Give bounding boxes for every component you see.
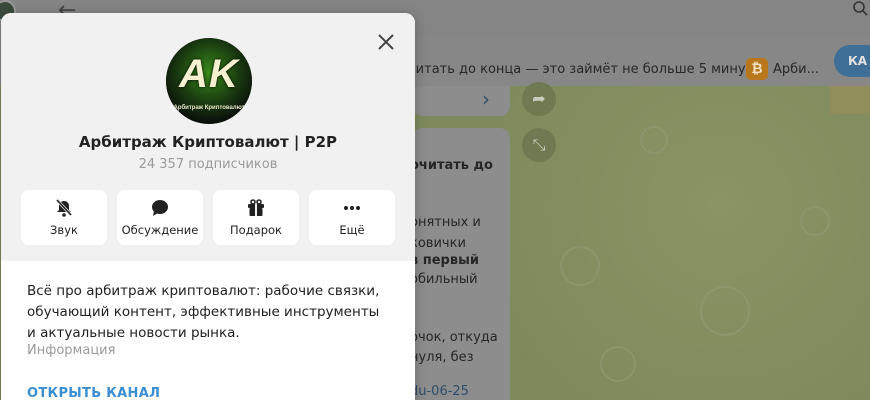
message-line: обильный — [410, 272, 478, 287]
chat-title — [94, 0, 324, 8]
pinned-message-text: читать до конца — это займёт не больше 5… — [408, 62, 758, 77]
chat-bubble-icon — [152, 200, 168, 216]
close-icon[interactable] — [375, 31, 397, 53]
channel-name: Арбитраж Криптовалют | P2P — [78, 133, 338, 151]
mute-button[interactable]: Звук — [21, 190, 107, 245]
channel-avatar[interactable]: AK Арбитраж Криптовалют — [166, 38, 252, 124]
info-label: Информация — [27, 343, 116, 358]
discussion-button[interactable]: Обсуждение — [117, 190, 203, 245]
more-dots-icon — [344, 206, 360, 210]
open-channel-link[interactable]: ОТКРЫТЬ КАНАЛ — [27, 386, 160, 400]
action-label: Звук — [50, 223, 78, 237]
chevron-right-icon[interactable]: › — [482, 87, 490, 111]
channel-description: Всё про арбитраж криптовалют: рабочие св… — [27, 283, 380, 341]
message-line: нуля, без — [410, 350, 474, 365]
action-buttons: Звук Обсуждение Подарок Ещё — [21, 190, 395, 245]
avatar-caption: Арбитраж Криптовалют — [173, 105, 245, 111]
forward-icon[interactable]: ➦ — [522, 82, 556, 116]
message-line: очитать до — [410, 158, 493, 173]
bitcoin-icon: ₿ — [746, 58, 768, 80]
action-label: Обсуждение — [121, 223, 199, 237]
search-icon[interactable] — [852, 0, 868, 16]
message-bubble-partial[interactable]: › — [412, 86, 510, 116]
channel-info-modal: AK Арбитраж Криптовалют Арбитраж Криптов… — [1, 13, 415, 400]
message-line: ковички — [410, 236, 466, 251]
message-line[interactable]: du-06-25 — [410, 384, 469, 399]
message-line: онятных и — [410, 215, 481, 230]
bell-off-icon — [55, 198, 73, 217]
message-line: очок, откуда — [410, 330, 498, 345]
pinned-message-trailing: Арби... — [773, 62, 820, 77]
collapse-icon[interactable]: ⤡ — [522, 128, 556, 162]
action-label: Подарок — [230, 223, 282, 237]
gift-button[interactable]: Подарок — [213, 190, 299, 245]
action-label: Ещё — [339, 223, 365, 237]
avatar-monogram: AK — [179, 52, 239, 96]
pinned-open-button[interactable]: КА — [834, 45, 870, 77]
message-line: в первый — [410, 253, 479, 268]
subscriber-count: 24 357 подписчиков — [138, 157, 278, 172]
modal-header: AK Арбитраж Криптовалют Арбитраж Криптов… — [1, 13, 415, 261]
more-button[interactable]: Ещё — [309, 190, 395, 245]
gift-icon — [248, 199, 264, 216]
